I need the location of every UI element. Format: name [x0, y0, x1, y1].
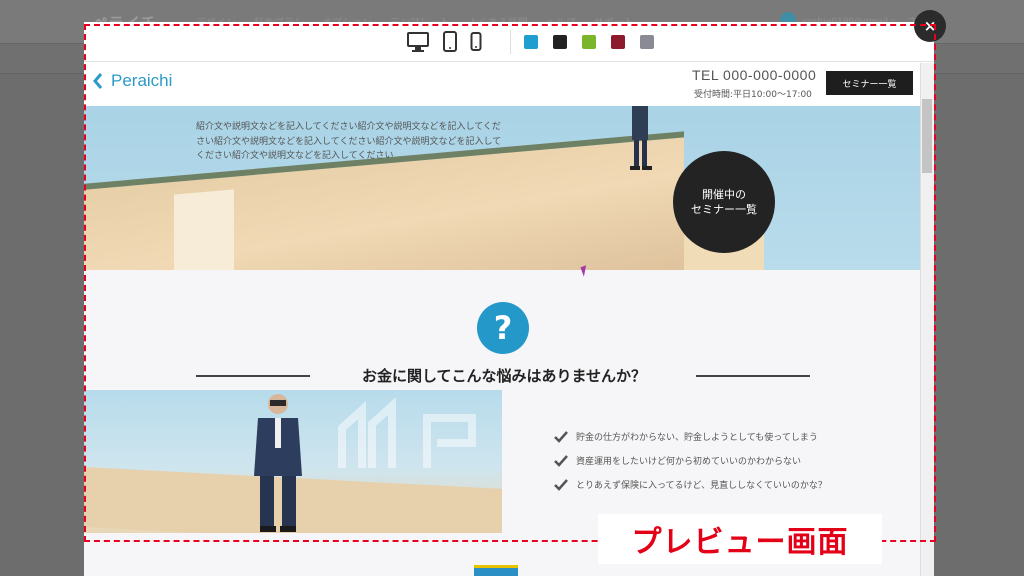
hero-image: 紹介文や説明文などを記入してください紹介文や説明文などを記入してください紹介文や…: [84, 106, 920, 270]
color-swatch-black[interactable]: [553, 35, 567, 49]
close-button[interactable]: ×: [914, 10, 946, 42]
concern-text: 資産運用をしたいけど何から初めていいのかわからない: [576, 457, 802, 467]
site-tel: TEL 000-000-0000: [692, 67, 817, 83]
businessman-figure: [630, 106, 652, 170]
toolbar-divider: [510, 30, 511, 54]
color-swatch-green[interactable]: [582, 35, 596, 49]
preview-modal: Peraichi TEL 000-000-0000 受付時間:平日10:00〜1…: [84, 22, 934, 576]
scrollbar-thumb[interactable]: [922, 99, 932, 173]
money-band: [174, 189, 234, 270]
section-image: [84, 390, 502, 533]
next-section-icon: [474, 565, 518, 576]
seminar-list-button[interactable]: セミナー一覧: [826, 71, 913, 95]
preview-toolbar: [84, 22, 934, 62]
tablet-icon[interactable]: [442, 31, 458, 53]
title-rule-right: [696, 375, 810, 377]
concern-item: 資産運用をしたいけど何から初めていいのかわからない: [554, 454, 801, 467]
section-title: お金に関してこんな悩みはありませんか？: [361, 367, 647, 385]
site-logo[interactable]: Peraichi: [92, 71, 172, 91]
site-preview: Peraichi TEL 000-000-0000 受付時間:平日10:00〜1…: [84, 63, 934, 576]
mobile-icon[interactable]: [470, 31, 482, 53]
title-rule-left: [196, 375, 310, 377]
check-icon: [554, 478, 568, 491]
preview-annotation-label: プレビュー画面: [598, 514, 882, 564]
site-header: Peraichi TEL 000-000-0000 受付時間:平日10:00〜1…: [84, 63, 920, 106]
concern-text: とりあえず保険に入ってるけど、見直ししなくていいのかな？: [576, 481, 827, 491]
concern-text: 貯金の仕方がわからない、貯金しようとしても使ってしまう: [576, 433, 818, 443]
concern-item: 貯金の仕方がわからない、貯金しようとしても使ってしまう: [554, 430, 818, 443]
color-swatch-gray[interactable]: [640, 35, 654, 49]
site-hours: 受付時間:平日10:00〜17:00: [694, 90, 812, 100]
question-icon: ?: [477, 302, 529, 354]
circle-text: セミナー一覧: [691, 203, 757, 216]
check-icon: [554, 454, 568, 467]
peraichi-logo-icon: [93, 73, 103, 89]
businessman-figure: [254, 394, 302, 532]
concern-item: とりあえず保険に入ってるけど、見直ししなくていいのかな？: [554, 478, 827, 491]
watermark-logo: [338, 398, 476, 468]
hero-description: 紹介文や説明文などを記入してください紹介文や説明文などを記入してください紹介文や…: [196, 122, 502, 161]
site-logo-text: Peraichi: [111, 71, 173, 90]
desktop-icon[interactable]: [406, 31, 430, 53]
circle-text: 開催中の: [702, 188, 746, 201]
color-swatch-crimson[interactable]: [611, 35, 625, 49]
seminar-circle-button[interactable]: 開催中の セミナー一覧: [673, 151, 775, 253]
check-icon: [554, 430, 568, 443]
color-swatch-blue[interactable]: [524, 35, 538, 49]
